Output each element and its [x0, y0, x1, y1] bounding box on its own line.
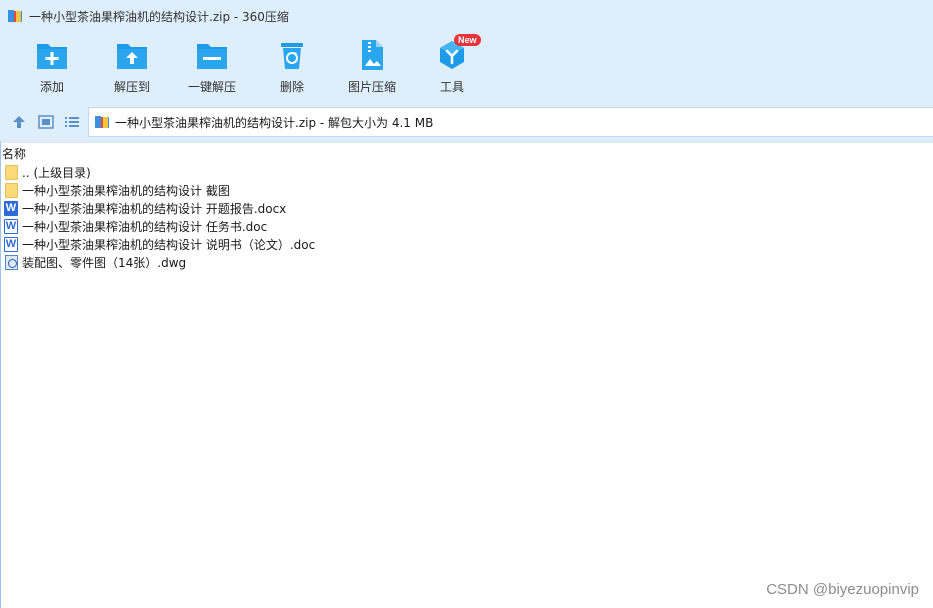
- word-document-icon: W: [4, 237, 18, 252]
- address-bar: 一种小型茶油果榨油机的结构设计.zip - 解包大小为 4.1 MB: [0, 104, 933, 140]
- file-list: 名称 .. (上级目录) 一种小型茶油果榨油机的结构设计 截图 W 一种小型茶油…: [0, 140, 933, 608]
- image-compress-button[interactable]: 图片压缩: [335, 37, 409, 99]
- tools-button[interactable]: New 工具: [415, 34, 489, 99]
- folder-icon: [4, 164, 19, 180]
- image-compress-icon: [354, 37, 390, 73]
- title-bar: 一种小型茶油果榨油机的结构设计.zip - 360压缩: [0, 0, 933, 32]
- address-field[interactable]: 一种小型茶油果榨油机的结构设计.zip - 解包大小为 4.1 MB: [88, 107, 933, 137]
- delete-label: 删除: [279, 80, 304, 94]
- file-name: 装配图、零件图（14张）.dwg: [22, 255, 187, 270]
- file-name: 一种小型茶油果榨油机的结构设计 开题报告.docx: [22, 201, 287, 216]
- word-document-icon: W: [4, 201, 18, 216]
- image-compress-label: 图片压缩: [347, 80, 396, 94]
- column-header-name[interactable]: 名称: [1, 143, 933, 163]
- list-item[interactable]: W 一种小型茶油果榨油机的结构设计 开题报告.docx: [1, 199, 933, 217]
- list-item[interactable]: W 一种小型茶油果榨油机的结构设计 任务书.doc: [1, 217, 933, 235]
- list-item[interactable]: W 一种小型茶油果榨油机的结构设计 说明书（论文）.doc: [1, 235, 933, 253]
- one-click-extract-label: 一键解压: [187, 80, 236, 94]
- folder-icon: [4, 182, 19, 198]
- add-button[interactable]: 添加: [15, 37, 89, 99]
- add-folder-icon: [34, 37, 70, 73]
- file-name: .. (上级目录): [22, 165, 91, 180]
- address-text: 一种小型茶油果榨油机的结构设计.zip - 解包大小为 4.1 MB: [115, 115, 434, 130]
- list-item[interactable]: 一种小型茶油果榨油机的结构设计 截图: [1, 181, 933, 199]
- extract-to-button[interactable]: 解压到: [95, 37, 169, 99]
- watermark: CSDN @biyezuopinvip: [766, 581, 919, 598]
- tools-label: 工具: [439, 80, 464, 94]
- extract-to-icon: [114, 37, 150, 73]
- list-item[interactable]: .. (上级目录): [1, 163, 933, 181]
- thumbnail-view-icon[interactable]: [38, 114, 54, 130]
- new-badge: New: [454, 34, 481, 46]
- one-click-extract-icon: [194, 37, 230, 73]
- list-item[interactable]: 装配图、零件图（14张）.dwg: [1, 253, 933, 271]
- zip-archive-icon: [7, 8, 23, 24]
- up-arrow-icon[interactable]: [11, 114, 27, 130]
- add-label: 添加: [39, 80, 64, 94]
- delete-button[interactable]: 删除: [255, 37, 329, 99]
- one-click-extract-button[interactable]: 一键解压: [175, 37, 249, 99]
- list-view-icon[interactable]: [64, 114, 80, 130]
- toolbar: 添加 解压到 一键解压 删除 图片压缩 New 工具: [0, 32, 933, 104]
- zip-archive-icon: [94, 114, 110, 130]
- file-name: 一种小型茶油果榨油机的结构设计 任务书.doc: [22, 219, 268, 234]
- tools-cube-icon: New: [434, 34, 481, 73]
- window-title: 一种小型茶油果榨油机的结构设计.zip - 360压缩: [29, 9, 289, 24]
- word-document-icon: W: [4, 219, 18, 234]
- extract-to-label: 解压到: [113, 80, 150, 94]
- dwg-drawing-icon: [4, 254, 19, 270]
- recycle-bin-icon: [274, 37, 310, 73]
- file-name: 一种小型茶油果榨油机的结构设计 截图: [22, 183, 230, 198]
- file-name: 一种小型茶油果榨油机的结构设计 说明书（论文）.doc: [22, 237, 316, 252]
